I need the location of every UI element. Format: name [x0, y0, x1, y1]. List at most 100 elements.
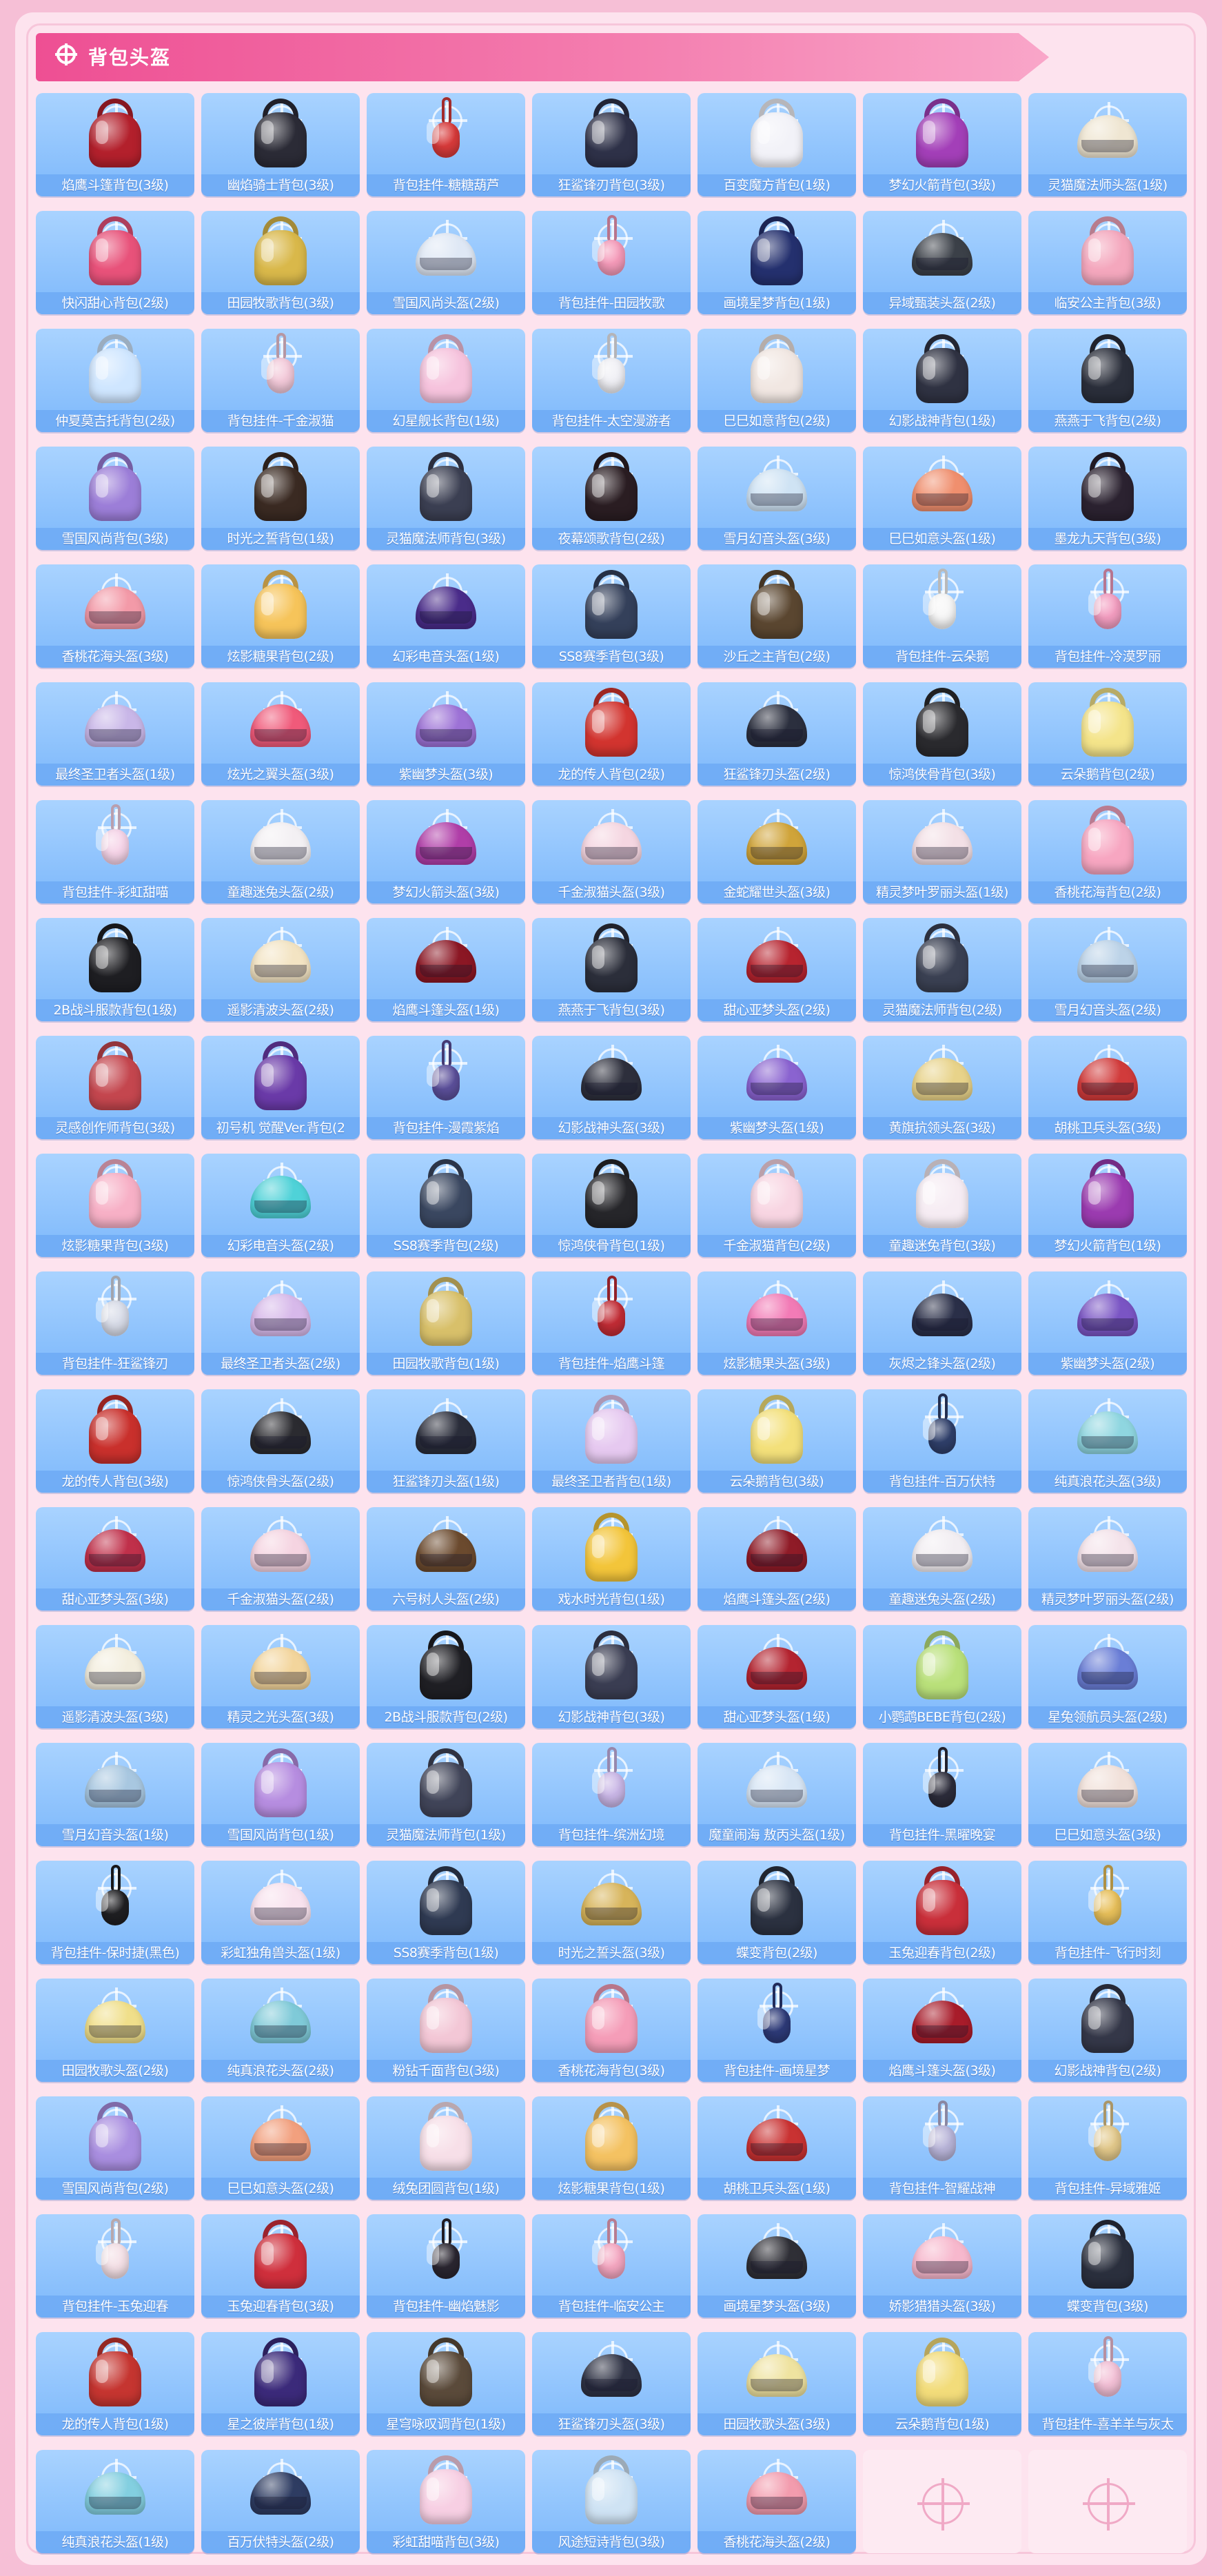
item-tile[interactable]: 灵感创作师背包(3级) — [36, 1036, 194, 1139]
item-tile[interactable]: 戏水时光背包(1级) — [532, 1507, 691, 1611]
item-tile[interactable]: 背包挂件-黑曜晚宴 — [863, 1743, 1021, 1846]
item-tile[interactable]: 星之彼岸背包(1级) — [201, 2332, 360, 2435]
item-tile[interactable]: 狂鲨锋刃头盔(1级) — [367, 1389, 525, 1493]
item-tile[interactable]: 燕燕于飞背包(3级) — [532, 918, 691, 1021]
item-tile[interactable]: 最终圣卫者背包(1级) — [532, 1389, 691, 1493]
item-tile[interactable]: 幻影战神背包(3级) — [532, 1625, 691, 1728]
item-tile[interactable]: 炫影糖果背包(2级) — [201, 564, 360, 668]
item-tile[interactable]: 临安公主背包(3级) — [1028, 211, 1187, 314]
item-tile[interactable]: 雪国风尚背包(2级) — [36, 2096, 194, 2200]
item-tile[interactable]: 百万伏特头盔(2级) — [201, 2450, 360, 2553]
item-tile[interactable]: 巳巳如意头盔(1级) — [863, 447, 1021, 550]
item-tile[interactable]: 香桃花海头盔(2级) — [697, 2450, 856, 2553]
item-tile[interactable]: 胡桃卫兵头盔(3级) — [1028, 1036, 1187, 1139]
item-tile[interactable]: 焰鹰斗篷头盔(1级) — [367, 918, 525, 1021]
item-tile[interactable]: 焰鹰斗篷背包(3级) — [36, 93, 194, 196]
item-tile[interactable]: 童趣迷兔头盔(2级) — [863, 1507, 1021, 1611]
item-tile[interactable]: 纯真浪花头盔(1级) — [36, 2450, 194, 2553]
item-tile[interactable]: 幻影战神背包(1级) — [863, 329, 1021, 432]
item-tile[interactable]: 彩虹独角兽头盔(1级) — [201, 1861, 360, 1964]
item-tile[interactable]: 背包挂件-喜羊羊与灰太 — [1028, 2332, 1187, 2435]
item-tile[interactable]: 背包挂件-狂鲨锋刃 — [36, 1271, 194, 1375]
item-tile[interactable]: 星兔领航员头盔(2级) — [1028, 1625, 1187, 1728]
item-tile[interactable]: 田园牧歌背包(3级) — [201, 211, 360, 314]
item-tile[interactable]: 童趣迷兔头盔(2级) — [201, 800, 360, 903]
item-tile[interactable]: 龙的传人背包(1级) — [36, 2332, 194, 2435]
item-tile[interactable]: 巳巳如意背包(2级) — [697, 329, 856, 432]
item-tile[interactable]: 背包挂件-太空漫游者 — [532, 329, 691, 432]
item-tile[interactable]: 精灵之光头盔(3级) — [201, 1625, 360, 1728]
item-tile[interactable]: 精灵梦叶罗丽头盔(1级) — [863, 800, 1021, 903]
item-tile[interactable]: 梦幻火箭头盔(3级) — [367, 800, 525, 903]
item-tile[interactable]: 狂鲨锋刃头盔(3级) — [532, 2332, 691, 2435]
item-tile[interactable]: 灵猫魔法师背包(2级) — [863, 918, 1021, 1021]
item-tile[interactable]: 雪月幻音头盔(2级) — [1028, 918, 1187, 1021]
item-tile[interactable]: 雪月幻音头盔(3级) — [697, 447, 856, 550]
item-tile[interactable]: 焰鹰斗篷头盔(3级) — [863, 1979, 1021, 2082]
item-tile[interactable]: 灵猫魔法师背包(1级) — [367, 1743, 525, 1846]
item-tile[interactable]: 遥影清波头盔(2级) — [201, 918, 360, 1021]
item-tile[interactable]: 画境星梦头盔(3级) — [697, 2214, 856, 2318]
item-tile[interactable]: 背包挂件-糖糖葫芦 — [367, 93, 525, 196]
item-tile[interactable]: 玉兔迎春背包(2级) — [863, 1861, 1021, 1964]
item-tile[interactable]: 炫影糖果头盔(3级) — [697, 1271, 856, 1375]
item-tile[interactable]: 异域甄装头盔(2级) — [863, 211, 1021, 314]
item-tile[interactable]: 巳巳如意头盔(2级) — [201, 2096, 360, 2200]
item-tile[interactable]: 魔童闹海 敖丙头盔(1级) — [697, 1743, 856, 1846]
item-tile[interactable]: 背包挂件-飞行时刻 — [1028, 1861, 1187, 1964]
item-tile[interactable]: 幽焰骑士背包(3级) — [201, 93, 360, 196]
item-tile[interactable]: 雪国风尚背包(1级) — [201, 1743, 360, 1846]
item-tile[interactable]: 梦幻火箭背包(3级) — [863, 93, 1021, 196]
item-tile[interactable]: 幻影战神头盔(3级) — [532, 1036, 691, 1139]
item-tile[interactable]: 千金淑猫头盔(3级) — [532, 800, 691, 903]
item-tile[interactable]: 田园牧歌头盔(3级) — [697, 2332, 856, 2435]
item-tile[interactable]: 甜心亚梦头盔(2级) — [697, 918, 856, 1021]
item-tile[interactable]: 玉兔迎春背包(3级) — [201, 2214, 360, 2318]
item-tile[interactable]: 香桃花海头盔(3级) — [36, 564, 194, 668]
item-tile[interactable]: 灵猫魔法师背包(3级) — [367, 447, 525, 550]
item-tile[interactable]: 背包挂件-漫霞紫焰 — [367, 1036, 525, 1139]
item-tile[interactable]: 六号树人头盔(2级) — [367, 1507, 525, 1611]
item-tile[interactable]: 背包挂件-异域雅姬 — [1028, 2096, 1187, 2200]
item-tile[interactable]: 背包挂件-画境星梦 — [697, 1979, 856, 2082]
item-tile[interactable]: 炫光之翼头盔(3级) — [201, 682, 360, 786]
item-tile[interactable]: 背包挂件-智耀战神 — [863, 2096, 1021, 2200]
item-tile[interactable]: 甜心亚梦头盔(1级) — [697, 1625, 856, 1728]
item-tile[interactable]: 龙的传人背包(3级) — [36, 1389, 194, 1493]
item-tile[interactable]: 背包挂件-玉兔迎春 — [36, 2214, 194, 2318]
item-tile[interactable]: 星穹咏叹调背包(1级) — [367, 2332, 525, 2435]
item-tile[interactable]: 背包挂件-幽焰魅影 — [367, 2214, 525, 2318]
item-tile[interactable]: 最终圣卫者头盔(2级) — [201, 1271, 360, 1375]
item-tile[interactable]: 沙丘之主背包(2级) — [697, 564, 856, 668]
item-tile[interactable]: 惊鸿侠骨背包(3级) — [863, 682, 1021, 786]
item-tile[interactable]: 快闪甜心背包(2级) — [36, 211, 194, 314]
item-tile[interactable]: 彩虹甜喵背包(3级) — [367, 2450, 525, 2553]
item-tile[interactable]: 云朵鹅背包(2级) — [1028, 682, 1187, 786]
item-tile[interactable]: 背包挂件-田园牧歌 — [532, 211, 691, 314]
item-tile[interactable]: 墨龙九天背包(3级) — [1028, 447, 1187, 550]
item-tile[interactable]: SS8赛季背包(3级) — [532, 564, 691, 668]
item-tile[interactable]: 时光之誓背包(1级) — [201, 447, 360, 550]
item-tile[interactable]: 巳巳如意头盔(3级) — [1028, 1743, 1187, 1846]
item-tile[interactable]: SS8赛季背包(1级) — [367, 1861, 525, 1964]
item-tile[interactable]: 纯真浪花头盔(3级) — [1028, 1389, 1187, 1493]
item-tile[interactable]: 燕燕于飞背包(2级) — [1028, 329, 1187, 432]
item-tile[interactable]: 雪国风尚背包(3级) — [36, 447, 194, 550]
item-tile[interactable]: 画境星梦背包(1级) — [697, 211, 856, 314]
item-tile[interactable]: 背包挂件-焰鹰斗篷 — [532, 1271, 691, 1375]
item-tile[interactable]: 千金淑猫背包(2级) — [697, 1154, 856, 1257]
item-tile[interactable]: 紫幽梦头盔(2级) — [1028, 1271, 1187, 1375]
item-tile[interactable]: 背包挂件-缤洲幻境 — [532, 1743, 691, 1846]
item-tile[interactable]: 背包挂件-千金淑猫 — [201, 329, 360, 432]
item-tile[interactable]: 焰鹰斗篷头盔(2级) — [697, 1507, 856, 1611]
item-tile[interactable]: 遥影清波头盔(3级) — [36, 1625, 194, 1728]
item-tile[interactable]: 千金淑猫头盔(2级) — [201, 1507, 360, 1611]
item-tile[interactable]: 2B战斗服款背包(2级) — [367, 1625, 525, 1728]
item-tile[interactable]: 幻星舰长背包(1级) — [367, 329, 525, 432]
item-tile[interactable]: 云朵鹅背包(1级) — [863, 2332, 1021, 2435]
item-tile[interactable]: 绒兔团圆背包(1级) — [367, 2096, 525, 2200]
item-tile[interactable]: 胡桃卫兵头盔(1级) — [697, 2096, 856, 2200]
item-tile[interactable]: 田园牧歌背包(1级) — [367, 1271, 525, 1375]
item-tile[interactable]: 童趣迷兔背包(3级) — [863, 1154, 1021, 1257]
item-tile[interactable]: 梦幻火箭背包(1级) — [1028, 1154, 1187, 1257]
